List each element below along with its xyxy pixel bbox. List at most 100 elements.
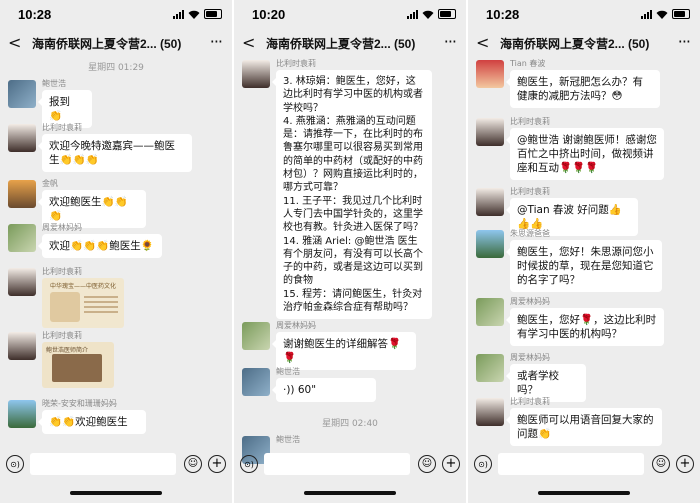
message-bubble[interactable]: 欢迎👏👏👏鲍医生🌻 bbox=[38, 234, 162, 258]
image-card[interactable]: 鲍世浩医师简介 bbox=[42, 342, 114, 388]
message-list: 比利时袁莉 3. 林琼娟：鲍医生，您好，这边比利时有学习中医的机构或者学校吗？ … bbox=[234, 59, 466, 464]
chat-screen-2: 10:20 < 海南侨联网上夏令营2... (50) ··· 比利时袁莉 3. … bbox=[234, 0, 466, 503]
voice-message[interactable]: ·)) 60" bbox=[272, 378, 376, 402]
back-icon[interactable]: < bbox=[8, 33, 21, 52]
more-icon[interactable]: ··· bbox=[210, 32, 223, 51]
emoji-icon[interactable]: ☺ bbox=[652, 455, 670, 473]
card-image bbox=[50, 292, 80, 322]
chat-header: < 海南侨联网上夏令营2... (50) ··· bbox=[0, 26, 232, 60]
sender-name: 比利时袁莉 bbox=[510, 117, 550, 126]
plus-icon[interactable]: + bbox=[208, 455, 226, 473]
sender-name: Tian 春波 bbox=[510, 59, 546, 68]
message-input[interactable] bbox=[264, 453, 410, 475]
status-bar: 10:28 bbox=[0, 0, 232, 26]
emoji-icon[interactable]: ☺ bbox=[184, 455, 202, 473]
sender-name: 鲍世浩 bbox=[42, 79, 66, 88]
avatar[interactable] bbox=[476, 188, 504, 216]
back-icon[interactable]: < bbox=[476, 33, 489, 52]
sender-name: 比利时袁莉 bbox=[276, 59, 316, 68]
status-bar: 10:20 bbox=[234, 0, 466, 26]
avatar[interactable] bbox=[476, 354, 504, 382]
avatar[interactable] bbox=[8, 400, 36, 428]
home-indicator[interactable] bbox=[304, 491, 396, 495]
input-bar: ⊙) ☺ + bbox=[234, 451, 466, 481]
back-icon[interactable]: < bbox=[242, 33, 255, 52]
sender-name: 比利时袁莉 bbox=[42, 267, 82, 276]
wifi-icon bbox=[422, 10, 434, 19]
message-bubble[interactable]: 鲍医生，新冠肥怎么办？有健康的减肥方法吗？😳 bbox=[506, 70, 660, 108]
sender-name: 朱思源爸爸 bbox=[510, 229, 550, 238]
message-input[interactable] bbox=[30, 453, 176, 475]
message-bubble[interactable]: 谢谢鲍医生的详细解答🌹🌹 bbox=[272, 332, 416, 370]
card-lines bbox=[84, 296, 118, 298]
input-bar: ⊙) ☺ + bbox=[0, 451, 232, 481]
voice-input-icon[interactable]: ⊙) bbox=[6, 455, 24, 473]
message-input[interactable] bbox=[498, 453, 644, 475]
avatar[interactable] bbox=[242, 368, 270, 396]
plus-icon[interactable]: + bbox=[442, 455, 460, 473]
avatar[interactable] bbox=[8, 80, 36, 108]
home-indicator[interactable] bbox=[70, 491, 162, 495]
status-time: 10:28 bbox=[486, 7, 520, 22]
sender-name: 周爱林妈妈 bbox=[510, 297, 550, 306]
card-image bbox=[52, 354, 102, 382]
voice-input-icon[interactable]: ⊙) bbox=[474, 455, 492, 473]
avatar[interactable] bbox=[8, 332, 36, 360]
avatar[interactable] bbox=[8, 268, 36, 296]
message-bubble[interactable]: 鲍医师可以用语音回复大家的问题👏 bbox=[506, 408, 662, 446]
avatar[interactable] bbox=[242, 60, 270, 88]
status-bar: 10:28 bbox=[468, 0, 700, 26]
avatar[interactable] bbox=[476, 118, 504, 146]
chat-title: 海南侨联网上夏令营2... (50) bbox=[266, 37, 416, 51]
sender-name: 比利时袁莉 bbox=[510, 397, 550, 406]
avatar[interactable] bbox=[476, 398, 504, 426]
sender-name: 鲍世浩 bbox=[276, 435, 300, 444]
avatar[interactable] bbox=[8, 180, 36, 208]
chat-screen-3: 10:28 < 海南侨联网上夏令营2... (50) ··· Tian 春波 鲍… bbox=[468, 0, 700, 503]
sender-name: 周爱林妈妈 bbox=[510, 353, 550, 362]
status-icons bbox=[407, 9, 456, 19]
battery-icon bbox=[204, 9, 222, 19]
avatar[interactable] bbox=[476, 60, 504, 88]
message-bubble[interactable]: 3. 林琼娟：鲍医生，您好，这边比利时有学习中医的机构或者学校吗？ 4. 燕雅涵… bbox=[272, 70, 432, 320]
status-icons bbox=[641, 9, 690, 19]
sender-name: 晓荣-安安和珊珊妈妈 bbox=[42, 399, 117, 408]
home-indicator[interactable] bbox=[538, 491, 630, 495]
voice-wave-icon: ·)) bbox=[283, 384, 295, 396]
sender-name: 比利时袁莉 bbox=[510, 187, 550, 196]
sender-name: 周爱林妈妈 bbox=[276, 321, 316, 330]
image-card[interactable]: 中华瑰宝——中医药文化 bbox=[42, 278, 124, 328]
signal-icon bbox=[641, 9, 652, 19]
avatar[interactable] bbox=[476, 230, 504, 258]
message-bubble[interactable]: @鲍世浩 谢谢鲍医师！感谢您百忙之中挤出时间，做视频讲座和互动🌹🌹🌹 bbox=[506, 128, 664, 180]
sender-name: 比利时袁莉 bbox=[42, 331, 82, 340]
signal-icon bbox=[173, 9, 184, 19]
signal-icon bbox=[407, 9, 418, 19]
wifi-icon bbox=[656, 10, 668, 19]
sender-name: 比利时袁莉 bbox=[42, 123, 82, 132]
card-title: 鲍世浩医师简介 bbox=[46, 347, 89, 354]
voice-duration: 60" bbox=[297, 384, 317, 396]
wifi-icon bbox=[188, 10, 200, 19]
message-bubble[interactable]: 👏👏欢迎鲍医生 bbox=[38, 410, 146, 434]
plus-icon[interactable]: + bbox=[676, 455, 694, 473]
more-icon[interactable]: ··· bbox=[678, 32, 691, 51]
message-bubble[interactable]: 鲍医生，您好🌹，这边比利时有学习中医的机构吗？ bbox=[506, 308, 664, 346]
avatar[interactable] bbox=[8, 124, 36, 152]
chat-title: 海南侨联网上夏令营2... (50) bbox=[500, 37, 650, 51]
more-icon[interactable]: ··· bbox=[444, 32, 457, 51]
message-list: 星期四 01:29 鲍世浩 报到 👏 比利时袁莉 欢迎今晚特邀嘉宾——鲍医生👏👏… bbox=[0, 60, 232, 451]
message-list: Tian 春波 鲍医生，新冠肥怎么办？有健康的减肥方法吗？😳 比利时袁莉 @鲍世… bbox=[468, 59, 700, 451]
chat-screen-1: 10:28 < 海南侨联网上夏令营2... (50) ··· 星期四 01:29… bbox=[0, 0, 232, 503]
avatar[interactable] bbox=[476, 298, 504, 326]
avatar[interactable] bbox=[242, 322, 270, 350]
message-bubble[interactable]: 鲍医生，您好！朱思源问您小时候拔的草，现在是您知道它的名字了吗？ bbox=[506, 240, 662, 292]
message-bubble[interactable]: 欢迎今晚特邀嘉宾——鲍医生👏👏👏 bbox=[38, 134, 192, 172]
emoji-icon[interactable]: ☺ bbox=[418, 455, 436, 473]
avatar[interactable] bbox=[8, 224, 36, 252]
voice-input-icon[interactable]: ⊙) bbox=[240, 455, 258, 473]
status-icons bbox=[173, 9, 222, 19]
sender-name: 鲍世浩 bbox=[276, 367, 300, 376]
battery-icon bbox=[672, 9, 690, 19]
battery-icon bbox=[438, 9, 456, 19]
